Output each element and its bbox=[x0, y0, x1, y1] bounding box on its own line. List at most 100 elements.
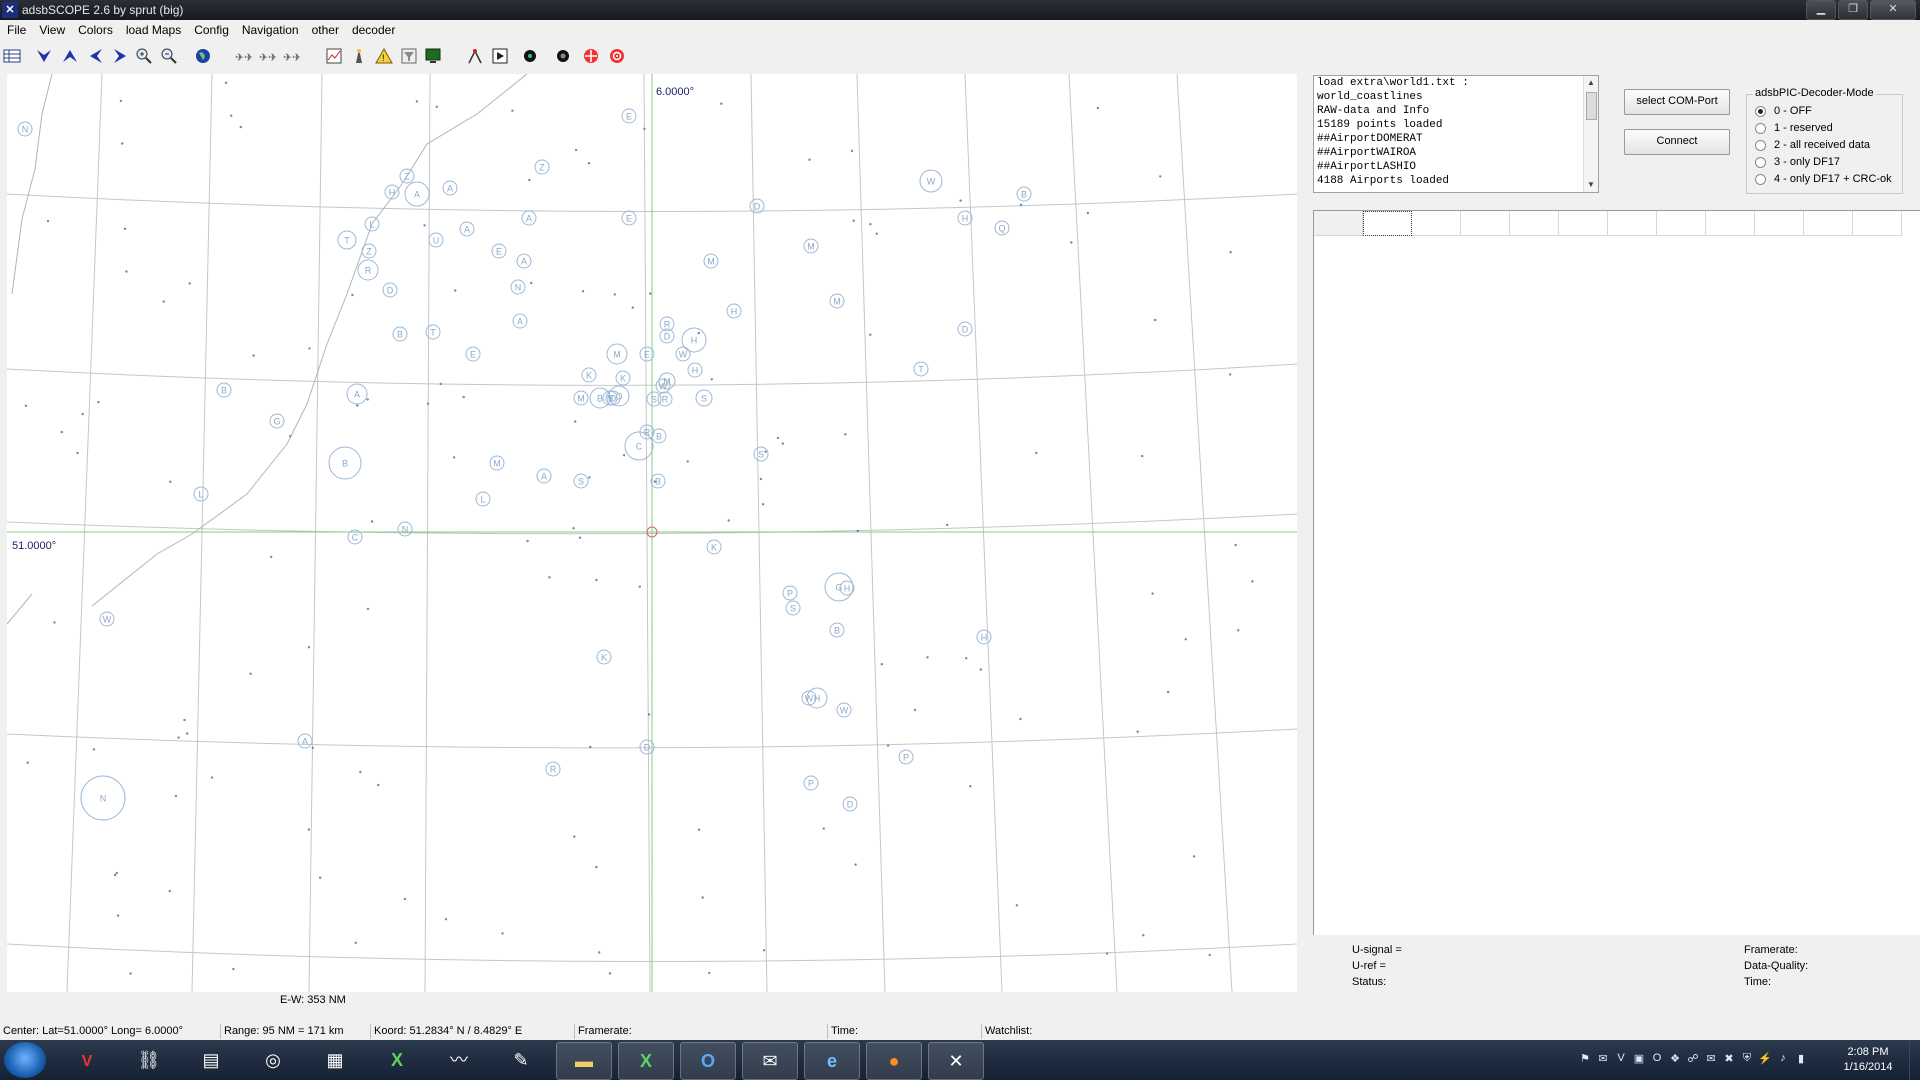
globe-icon[interactable] bbox=[193, 46, 213, 66]
app-icon[interactable]: ✕ bbox=[2, 2, 18, 18]
menu-view[interactable]: View bbox=[32, 20, 71, 40]
planes2-icon[interactable]: ✈✈ bbox=[257, 46, 277, 66]
airport-marker[interactable]: W bbox=[99, 611, 115, 627]
table-header-cell[interactable] bbox=[1657, 211, 1706, 236]
arrow-up-icon[interactable] bbox=[60, 46, 80, 66]
calculator-icon[interactable]: ▦ bbox=[308, 1042, 362, 1078]
airport-marker[interactable]: A bbox=[536, 468, 552, 484]
airport-marker[interactable]: A bbox=[459, 221, 475, 237]
table-header-cell[interactable] bbox=[1412, 211, 1461, 236]
airport-marker[interactable]: B bbox=[392, 326, 408, 342]
menu-load-maps[interactable]: load Maps bbox=[119, 20, 187, 40]
airport-marker[interactable]: T bbox=[337, 230, 357, 250]
airport-marker[interactable]: D bbox=[749, 198, 765, 214]
arrow-right-icon[interactable] bbox=[110, 46, 130, 66]
airport-marker[interactable]: W bbox=[836, 702, 852, 718]
airport-marker[interactable]: B bbox=[829, 622, 845, 638]
ie-icon[interactable]: e bbox=[804, 1042, 860, 1080]
airport-marker[interactable]: Q bbox=[994, 220, 1010, 236]
pen-icon[interactable]: ✎ bbox=[494, 1042, 548, 1078]
tray-outlook-icon[interactable]: O bbox=[1648, 1052, 1666, 1065]
close-button[interactable]: ✕ bbox=[1870, 0, 1916, 20]
planes1-icon[interactable]: ✈✈ bbox=[233, 46, 253, 66]
aircraft-table[interactable] bbox=[1313, 210, 1920, 935]
zoom-out-icon[interactable] bbox=[159, 46, 179, 66]
table-header-cell[interactable] bbox=[1853, 211, 1902, 236]
planes3-icon[interactable]: ✈✈ bbox=[281, 46, 301, 66]
tray-mail-icon[interactable]: ✉ bbox=[1594, 1052, 1612, 1065]
table-header-cell[interactable] bbox=[1608, 211, 1657, 236]
airport-marker[interactable]: Z bbox=[361, 243, 377, 259]
airport-marker[interactable]: E bbox=[621, 210, 637, 226]
airport-marker[interactable]: D bbox=[382, 282, 398, 298]
arrow-left-icon[interactable] bbox=[86, 46, 106, 66]
maximize-button[interactable]: ❐ bbox=[1838, 0, 1868, 20]
airport-marker[interactable]: B bbox=[328, 446, 362, 480]
airport-marker[interactable]: A bbox=[512, 313, 528, 329]
airport-marker[interactable]: A bbox=[521, 210, 537, 226]
tray-power-icon[interactable]: ⚡ bbox=[1756, 1052, 1774, 1065]
airport-marker[interactable]: K bbox=[706, 539, 722, 555]
airport-marker[interactable]: S bbox=[573, 473, 589, 489]
airport-marker[interactable]: W bbox=[919, 169, 943, 193]
airport-marker[interactable]: R bbox=[657, 391, 673, 407]
airport-marker[interactable]: H bbox=[957, 210, 973, 226]
tray-shield-icon[interactable]: ⛨ bbox=[1738, 1052, 1756, 1065]
tray-stop-icon[interactable]: ✖ bbox=[1720, 1052, 1738, 1065]
airport-marker[interactable]: A bbox=[516, 253, 532, 269]
table-header-cell[interactable] bbox=[1804, 211, 1853, 236]
decoder-mode-option-3[interactable]: 3 - only DF17 bbox=[1755, 156, 1840, 168]
airport-marker[interactable]: H bbox=[687, 362, 703, 378]
airport-marker[interactable]: C bbox=[347, 529, 363, 545]
tray-network-icon[interactable]: ☍ bbox=[1684, 1052, 1702, 1065]
dolphin-icon[interactable]: 〰 bbox=[432, 1042, 486, 1078]
antenna-icon[interactable] bbox=[465, 46, 485, 66]
taskbar-clock[interactable]: 2:08 PM 1/16/2014 bbox=[1826, 1045, 1910, 1075]
airport-marker[interactable]: L bbox=[475, 491, 491, 507]
airport-marker[interactable]: N bbox=[80, 775, 126, 821]
table-header-cell[interactable] bbox=[1363, 211, 1412, 236]
zoom-in-icon[interactable] bbox=[134, 46, 154, 66]
airport-marker[interactable]: E bbox=[465, 346, 481, 362]
menu-navigation[interactable]: Navigation bbox=[235, 20, 305, 40]
airport-marker[interactable]: E bbox=[621, 108, 637, 124]
airport-marker[interactable]: L bbox=[193, 486, 209, 502]
table-header-cell[interactable] bbox=[1706, 211, 1755, 236]
scroll-up-icon[interactable]: ▲ bbox=[1584, 76, 1598, 90]
minimize-button[interactable]: ▁ bbox=[1806, 0, 1836, 20]
tray-volume-icon[interactable]: ♪ bbox=[1774, 1052, 1792, 1065]
airport-marker[interactable]: P bbox=[782, 585, 798, 601]
airport-marker[interactable]: E bbox=[491, 243, 507, 259]
menu-colors[interactable]: Colors bbox=[71, 20, 119, 40]
airport-marker[interactable]: H bbox=[681, 327, 707, 353]
decoder-mode-option-4[interactable]: 4 - only DF17 + CRC-ok bbox=[1755, 173, 1892, 185]
scroll-down-icon[interactable]: ▼ bbox=[1584, 178, 1598, 192]
thunderbird-icon[interactable]: ✉ bbox=[742, 1042, 798, 1080]
airport-marker[interactable]: A bbox=[346, 383, 368, 405]
decoder-mode-option-1[interactable]: 1 - reserved bbox=[1755, 122, 1833, 134]
tower-icon[interactable] bbox=[349, 46, 369, 66]
airport-marker[interactable]: K bbox=[596, 649, 612, 665]
tray-dropbox-icon[interactable]: ❖ bbox=[1666, 1052, 1684, 1065]
airport-marker[interactable]: B bbox=[650, 473, 666, 489]
log-output[interactable]: load extra\world1.txt : world_coastlines… bbox=[1313, 75, 1599, 193]
menu-other[interactable]: other bbox=[305, 20, 345, 40]
table-header-cell[interactable] bbox=[1559, 211, 1608, 236]
decoder-mode-option-2[interactable]: 2 - all received data bbox=[1755, 139, 1870, 151]
menu-decoder[interactable]: decoder bbox=[345, 20, 401, 40]
play-icon[interactable] bbox=[490, 46, 510, 66]
excel2-icon[interactable]: X bbox=[618, 1042, 674, 1080]
airport-marker[interactable]: A bbox=[442, 180, 458, 196]
airport-marker[interactable]: S bbox=[785, 600, 801, 616]
excel-icon[interactable]: X bbox=[370, 1042, 424, 1078]
scroll-thumb[interactable] bbox=[1586, 92, 1597, 120]
airport-marker[interactable]: S bbox=[695, 389, 713, 407]
black-dot-icon[interactable] bbox=[520, 46, 540, 66]
crosshair-icon[interactable] bbox=[581, 46, 601, 66]
warning-icon[interactable]: ! bbox=[374, 46, 394, 66]
airport-marker[interactable]: K bbox=[615, 370, 631, 386]
airport-marker[interactable]: Z bbox=[534, 159, 550, 175]
select-com-port-button[interactable]: select COM-Port bbox=[1624, 89, 1730, 115]
airport-marker[interactable]: D bbox=[842, 796, 858, 812]
airport-marker[interactable]: B bbox=[216, 382, 232, 398]
